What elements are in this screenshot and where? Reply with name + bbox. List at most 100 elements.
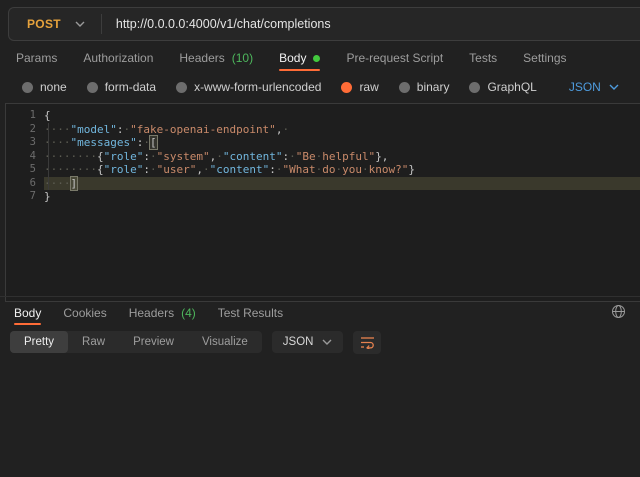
response-tab-headers[interactable]: Headers (4) bbox=[129, 300, 196, 325]
code-token: you bbox=[342, 163, 362, 176]
view-visualize[interactable]: Visualize bbox=[188, 331, 262, 353]
text-wrap-icon bbox=[360, 336, 375, 349]
chevron-down-icon bbox=[609, 84, 619, 90]
body-type-label: GraphQL bbox=[487, 80, 536, 94]
code-token: · bbox=[216, 150, 223, 163]
response-tab-test-results-label: Test Results bbox=[218, 306, 283, 320]
radio-icon bbox=[87, 82, 98, 93]
response-tab-test-results[interactable]: Test Results bbox=[218, 300, 283, 325]
request-body-editor[interactable]: 1{2····"model":·"fake-openai-endpoint",·… bbox=[5, 103, 640, 302]
code-text: ····"messages":·[ bbox=[44, 136, 640, 150]
tab-tests-label: Tests bbox=[469, 51, 497, 65]
code-token: } bbox=[408, 163, 415, 176]
tab-settings[interactable]: Settings bbox=[523, 45, 566, 71]
body-type-raw[interactable]: raw bbox=[341, 80, 378, 94]
code-token: ········ bbox=[44, 163, 97, 176]
view-raw[interactable]: Raw bbox=[68, 331, 119, 353]
tab-headers-label: Headers bbox=[179, 51, 224, 65]
code-line: 3····"messages":·[ bbox=[6, 136, 640, 150]
code-token: "messages" bbox=[71, 136, 137, 149]
response-tabs: Body Cookies Headers (4) Test Results bbox=[0, 300, 640, 325]
view-switcher: PrettyRawPreviewVisualize bbox=[10, 331, 262, 353]
tab-pre-request-script[interactable]: Pre-request Script bbox=[346, 45, 443, 71]
request-tabs: Params Authorization Headers (10) Body Pre-re… bbox=[0, 45, 640, 71]
body-type-label: raw bbox=[359, 80, 378, 94]
body-type-label: none bbox=[40, 80, 67, 94]
tab-params-label: Params bbox=[16, 51, 57, 65]
view-pretty[interactable]: Pretty bbox=[10, 331, 68, 353]
code-token: ········ bbox=[44, 150, 97, 163]
code-token: "What bbox=[282, 163, 315, 176]
code-token: } bbox=[44, 190, 51, 203]
body-type-label: binary bbox=[417, 80, 450, 94]
body-type-x-www-form-urlencoded[interactable]: x-www-form-urlencoded bbox=[176, 80, 321, 94]
line-number: 4 bbox=[6, 150, 44, 164]
line-number: 6 bbox=[6, 177, 44, 191]
body-type-graphql[interactable]: GraphQL bbox=[469, 80, 536, 94]
body-type-label: x-www-form-urlencoded bbox=[194, 80, 321, 94]
code-token: : bbox=[143, 150, 150, 163]
code-text: { bbox=[44, 109, 640, 123]
code-token: helpful" bbox=[322, 150, 375, 163]
chevron-down-icon bbox=[322, 339, 332, 345]
postman-window: POST http://0.0.0.0:4000/v1/chat/complet… bbox=[0, 0, 640, 477]
code-text: ····"model":·"fake-openai-endpoint",· bbox=[44, 123, 640, 137]
header-count-badge: (4) bbox=[181, 306, 196, 320]
code-token: ] bbox=[71, 177, 78, 190]
code-token: "role" bbox=[104, 163, 144, 176]
tab-authorization[interactable]: Authorization bbox=[83, 45, 153, 71]
code-token: "Be bbox=[296, 150, 316, 163]
body-format-select[interactable]: JSON bbox=[569, 80, 619, 94]
response-tab-cookies-label: Cookies bbox=[63, 306, 106, 320]
code-token: · bbox=[143, 136, 150, 149]
response-format-select[interactable]: JSON bbox=[272, 331, 344, 353]
code-token: "system" bbox=[157, 150, 210, 163]
code-token: : bbox=[143, 163, 150, 176]
code-token: know?" bbox=[369, 163, 409, 176]
code-token: [ bbox=[150, 136, 157, 149]
body-type-binary[interactable]: binary bbox=[399, 80, 450, 94]
globe-icon[interactable] bbox=[611, 304, 626, 319]
code-token: "role" bbox=[104, 150, 144, 163]
code-token: · bbox=[150, 163, 157, 176]
tab-tests[interactable]: Tests bbox=[469, 45, 497, 71]
code-token: "user" bbox=[157, 163, 197, 176]
tab-authorization-label: Authorization bbox=[83, 51, 153, 65]
response-tab-body-label: Body bbox=[14, 306, 41, 320]
body-type-form-data[interactable]: form-data bbox=[87, 80, 156, 94]
code-token: "model" bbox=[71, 123, 117, 136]
code-token: }, bbox=[375, 150, 388, 163]
code-line: 2····"model":·"fake-openai-endpoint",· bbox=[6, 123, 640, 137]
radio-icon bbox=[176, 82, 187, 93]
body-format-label: JSON bbox=[569, 80, 601, 94]
code-token: , bbox=[196, 163, 203, 176]
body-type-none[interactable]: none bbox=[22, 80, 67, 94]
code-line: 7} bbox=[6, 190, 640, 204]
response-tab-headers-label: Headers bbox=[129, 306, 174, 320]
code-line: 6····] bbox=[6, 177, 640, 191]
radio-icon bbox=[341, 82, 352, 93]
radio-icon bbox=[469, 82, 480, 93]
method-label: POST bbox=[27, 17, 61, 31]
body-type-selector: none form-data x-www-form-urlencoded raw bin… bbox=[0, 74, 640, 100]
code-text: ····] bbox=[44, 177, 640, 191]
method-selector[interactable]: POST bbox=[9, 8, 101, 40]
wrap-text-button[interactable] bbox=[353, 331, 381, 354]
response-meta bbox=[611, 304, 626, 319]
response-view-toolbar: PrettyRawPreviewVisualize JSON bbox=[10, 330, 381, 354]
code-line: 4········{"role":·"system",·"content":·"… bbox=[6, 150, 640, 164]
tab-headers[interactable]: Headers (10) bbox=[179, 45, 253, 71]
response-tab-body[interactable]: Body bbox=[14, 300, 41, 325]
tab-params[interactable]: Params bbox=[16, 45, 57, 71]
response-tab-cookies[interactable]: Cookies bbox=[63, 300, 106, 325]
code-token: "fake-openai-endpoint" bbox=[130, 123, 276, 136]
line-number: 5 bbox=[6, 163, 44, 177]
url-input[interactable]: http://0.0.0.0:4000/v1/chat/completions bbox=[102, 17, 331, 31]
code-token: do bbox=[322, 163, 335, 176]
view-preview[interactable]: Preview bbox=[119, 331, 188, 353]
header-count-badge: (10) bbox=[232, 51, 253, 65]
code-token: { bbox=[97, 150, 104, 163]
code-token: : bbox=[269, 163, 276, 176]
tab-body[interactable]: Body bbox=[279, 45, 320, 71]
line-number: 2 bbox=[6, 123, 44, 137]
